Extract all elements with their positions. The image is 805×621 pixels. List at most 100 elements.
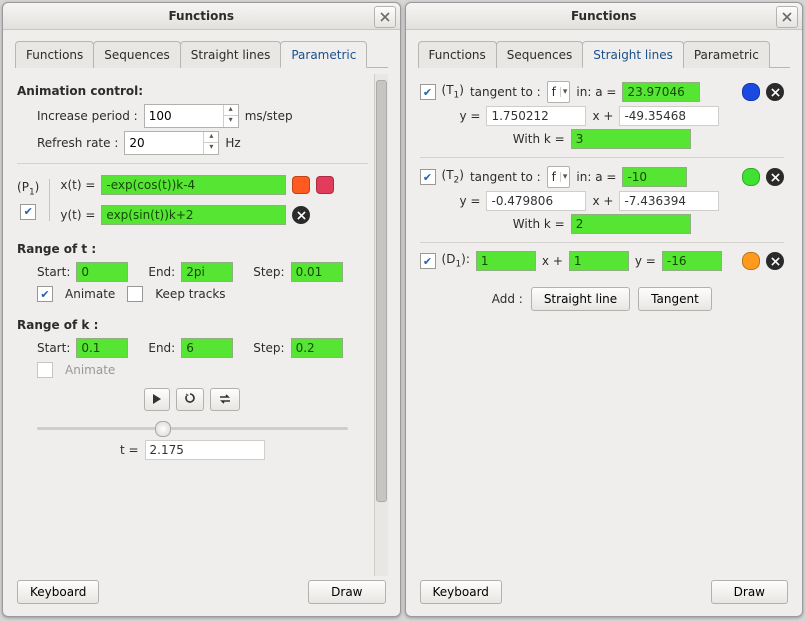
tab-functions[interactable]: Functions [15,41,94,68]
t2-enable-checkbox[interactable] [420,169,436,185]
refresh-rate-value[interactable] [125,132,203,154]
t2-k-input[interactable] [571,214,691,234]
t-value-label: t = [120,443,139,457]
titlebar[interactable]: Functions [406,3,803,30]
t2-tangent-label: tangent to : [470,170,541,184]
add-straight-line-button[interactable]: Straight line [531,287,630,311]
parametric-panel: Animation control: Increase period : ▴▾ … [15,74,374,576]
increase-period-value[interactable] [145,105,223,127]
delete-icon[interactable] [292,206,310,224]
t-end-input[interactable] [181,262,233,282]
y-of-t-label: y(t) = [60,208,95,222]
t1-in-a-label: in: a = [576,85,616,99]
window-functions-parametric: Functions Functions Sequences Straight l… [2,2,401,617]
t1-intercept-input[interactable] [619,106,719,126]
tab-parametric[interactable]: Parametric [683,41,770,68]
spin-down-icon[interactable]: ▾ [204,143,218,153]
t1-name: (T1) [442,83,464,100]
t-start-input[interactable] [76,262,128,282]
straight-lines-panel: (T1) tangent to : f▾ in: a = y = x + Wit… [418,74,791,576]
t-slider[interactable] [37,419,348,437]
t-animate-label: Animate [65,287,115,301]
slider-thumb-icon[interactable] [155,421,171,437]
close-icon[interactable] [776,6,798,28]
keyboard-button[interactable]: Keyboard [420,580,502,604]
scrollbar[interactable] [374,74,388,576]
y-of-t-input[interactable] [101,205,286,225]
add-tangent-button[interactable]: Tangent [638,287,712,311]
refresh-rate-input[interactable]: ▴▾ [124,131,219,155]
draw-button[interactable]: Draw [308,580,385,604]
color-swatch-2[interactable] [316,176,334,194]
window-title: Functions [168,9,234,23]
k-step-label: Step: [253,341,284,355]
param-enable-checkbox[interactable] [20,204,36,220]
t2-func-select[interactable]: f▾ [547,166,571,188]
t1-tangent-label: tangent to : [470,85,541,99]
t-value-input[interactable] [145,440,265,460]
x-of-t-input[interactable] [101,175,286,195]
t2-yeq-label: y = [460,194,481,208]
increase-period-input[interactable]: ▴▾ [144,104,239,128]
d1-c-input[interactable] [662,251,722,271]
tab-sequences[interactable]: Sequences [496,41,583,68]
t2-slope-input[interactable] [486,191,586,211]
d1-xcoef-input[interactable] [476,251,536,271]
t-start-label: Start: [37,265,70,279]
t1-slope-input[interactable] [486,106,586,126]
tab-straight-lines[interactable]: Straight lines [582,41,684,68]
t-step-label: Step: [253,265,284,279]
window-functions-straightlines: Functions Functions Sequences Straight l… [405,2,804,617]
k-start-input[interactable] [76,338,128,358]
add-label: Add : [492,292,523,306]
delete-icon[interactable] [766,168,784,186]
d1-yeq-label: y = [635,254,656,268]
t-step-input[interactable] [291,262,343,282]
k-step-input[interactable] [291,338,343,358]
loop-button[interactable] [210,388,240,411]
t1-withk-label: With k = [513,132,565,146]
delete-icon[interactable] [766,252,784,270]
spin-down-icon[interactable]: ▾ [224,116,238,126]
tab-straight-lines[interactable]: Straight lines [180,41,282,68]
keep-tracks-checkbox[interactable] [127,286,143,302]
tab-functions[interactable]: Functions [418,41,497,68]
d1-ycoef-input[interactable] [569,251,629,271]
tabs: Functions Sequences Straight lines Param… [418,40,791,68]
t1-a-input[interactable] [622,82,700,102]
refresh-rate-unit: Hz [225,136,240,150]
t2-a-input[interactable] [622,167,687,187]
t-animate-checkbox[interactable] [37,286,53,302]
d1-color-swatch[interactable] [742,252,760,270]
k-end-input[interactable] [181,338,233,358]
t2-intercept-input[interactable] [619,191,719,211]
keyboard-button[interactable]: Keyboard [17,580,99,604]
d1-enable-checkbox[interactable] [420,253,436,269]
d1-xplus-label: x + [542,254,563,268]
play-button[interactable] [144,388,170,411]
tab-sequences[interactable]: Sequences [93,41,180,68]
draw-button[interactable]: Draw [711,580,788,604]
delete-icon[interactable] [766,83,784,101]
t1-func-select[interactable]: f▾ [547,81,571,103]
animation-control-header: Animation control: [17,84,368,98]
scrollbar-thumb[interactable] [376,80,387,502]
increase-period-unit: ms/step [245,109,293,123]
chevron-down-icon: ▾ [560,172,570,182]
range-k-header: Range of k : [17,318,368,332]
t2-xplus-label: x + [592,194,613,208]
range-t-header: Range of t : [17,242,368,256]
tabs: Functions Sequences Straight lines Param… [15,40,388,68]
t1-color-swatch[interactable] [742,83,760,101]
k-animate-checkbox[interactable] [37,362,53,378]
color-swatch-1[interactable] [292,176,310,194]
close-icon[interactable] [374,6,396,28]
t2-color-swatch[interactable] [742,168,760,186]
tab-parametric[interactable]: Parametric [280,41,367,68]
t2-name: (T2) [442,168,464,185]
t1-yeq-label: y = [460,109,481,123]
titlebar[interactable]: Functions [3,3,400,30]
t1-enable-checkbox[interactable] [420,84,436,100]
t1-k-input[interactable] [571,129,691,149]
reset-button[interactable] [176,388,204,411]
